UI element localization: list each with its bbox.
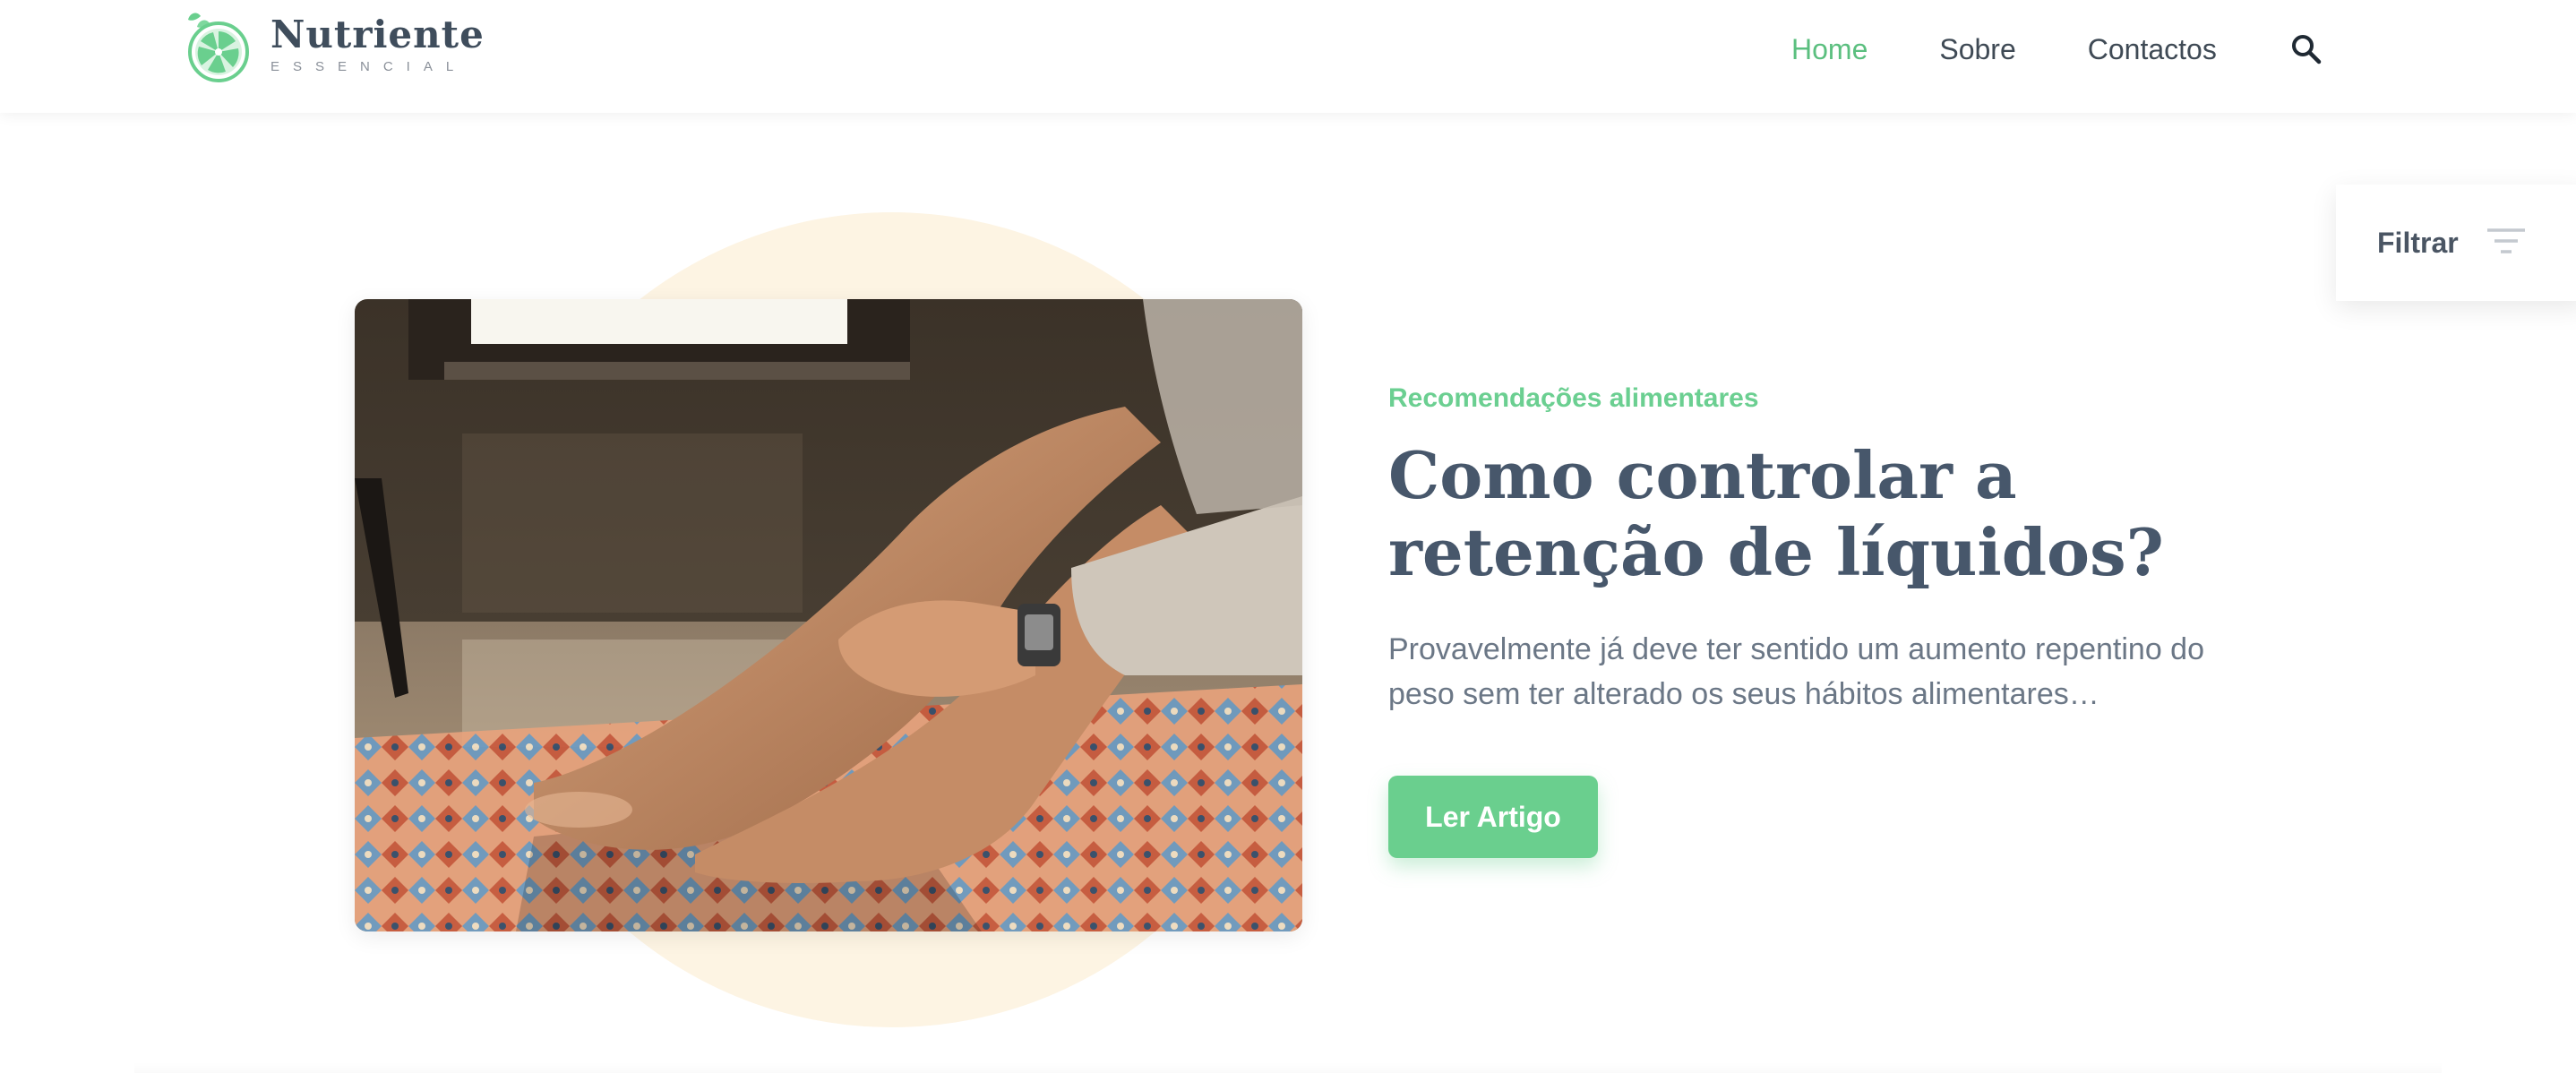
lime-logo-icon xyxy=(179,7,251,82)
article-title[interactable]: Como controlar a retenção de líquidos? xyxy=(1388,437,2266,591)
filter-button[interactable]: Filtrar xyxy=(2336,185,2576,301)
nav-item-home[interactable]: Home xyxy=(1791,33,1868,66)
read-article-button[interactable]: Ler Artigo xyxy=(1388,776,1598,858)
section-divider xyxy=(134,1062,2442,1073)
brand-name: Nutriente xyxy=(270,13,485,56)
main-nav: Home Sobre Contactos xyxy=(1791,23,2324,75)
article-excerpt: Provavelmente já deve ter sentido um aum… xyxy=(1388,632,2204,711)
article-image[interactable] xyxy=(355,299,1302,931)
search-icon[interactable] xyxy=(2288,31,2324,67)
nav-item-sobre[interactable]: Sobre xyxy=(1939,33,2015,66)
nav-item-contactos[interactable]: Contactos xyxy=(2088,33,2217,66)
filter-lines-icon xyxy=(2486,227,2525,260)
site-header: Nutriente ESSENCIAL Home Sobre Contactos xyxy=(0,0,2576,113)
filter-label: Filtrar xyxy=(2377,226,2459,259)
article-category[interactable]: Recomendações alimentares xyxy=(1388,383,1759,414)
brand-tagline: ESSENCIAL xyxy=(270,59,468,74)
brand-logo[interactable]: Nutriente ESSENCIAL xyxy=(179,7,485,82)
